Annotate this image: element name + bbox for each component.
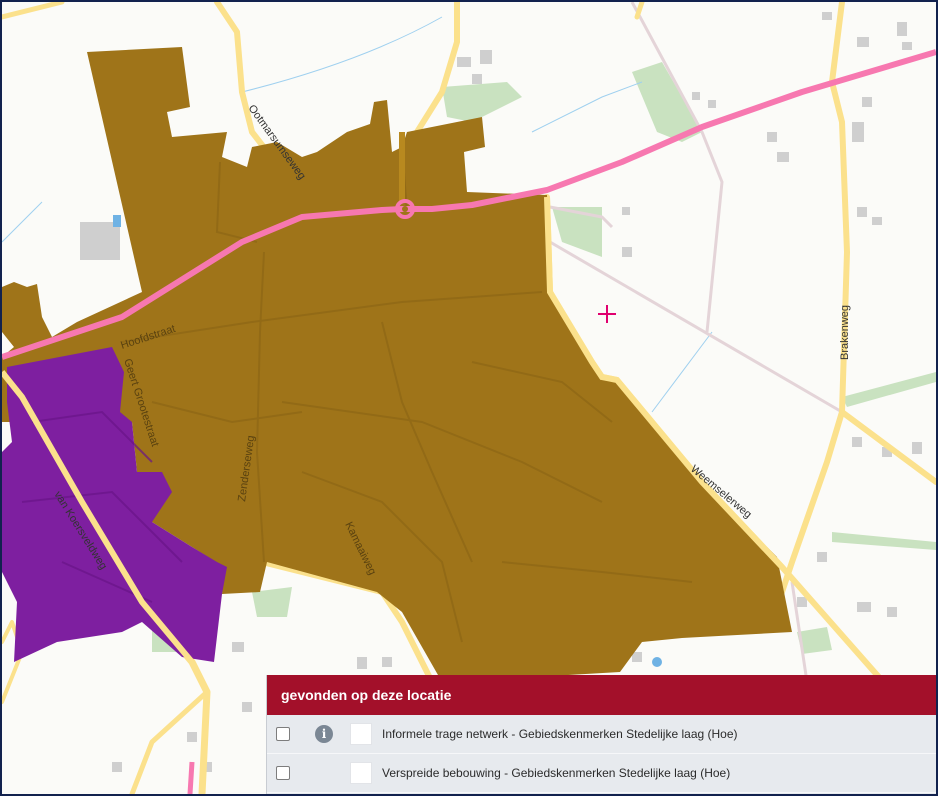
- road-label-brakenweg: Brakenweg: [839, 305, 851, 360]
- water-line: [531, 81, 643, 133]
- results-panel-title: gevonden op deze locatie: [267, 675, 936, 715]
- result-row[interactable]: i Informele trage netwerk - Gebiedskenme…: [267, 715, 936, 754]
- info-placeholder: [315, 764, 333, 782]
- result-row[interactable]: Verspreide bebouwing - Gebiedskenmerken …: [267, 754, 936, 793]
- map-frame: Ootmarsumseweg Hoofdstraat Geert Grootes…: [0, 0, 938, 796]
- results-panel: gevonden op deze locatie i Informele tra…: [266, 675, 936, 794]
- location-marker-icon: [598, 305, 616, 323]
- result-checkbox[interactable]: [276, 766, 290, 780]
- legend-swatch: [350, 762, 372, 784]
- water-basin: [652, 657, 662, 667]
- main-road-south: [187, 761, 195, 794]
- green-area: [842, 372, 936, 407]
- roundabout-center: [402, 206, 408, 212]
- result-checkbox[interactable]: [276, 727, 290, 741]
- result-label: Informele trage netwerk - Gebiedskenmerk…: [382, 727, 738, 741]
- water-basin: [113, 215, 121, 227]
- info-icon[interactable]: i: [315, 725, 333, 743]
- legend-swatch: [350, 723, 372, 745]
- path-line: [630, 2, 724, 333]
- result-label: Verspreide bebouwing - Gebiedskenmerken …: [382, 766, 731, 780]
- green-area: [832, 532, 936, 550]
- water-line: [651, 331, 713, 413]
- green-area: [442, 82, 522, 122]
- water-line: [241, 16, 443, 93]
- water-line: [2, 201, 43, 243]
